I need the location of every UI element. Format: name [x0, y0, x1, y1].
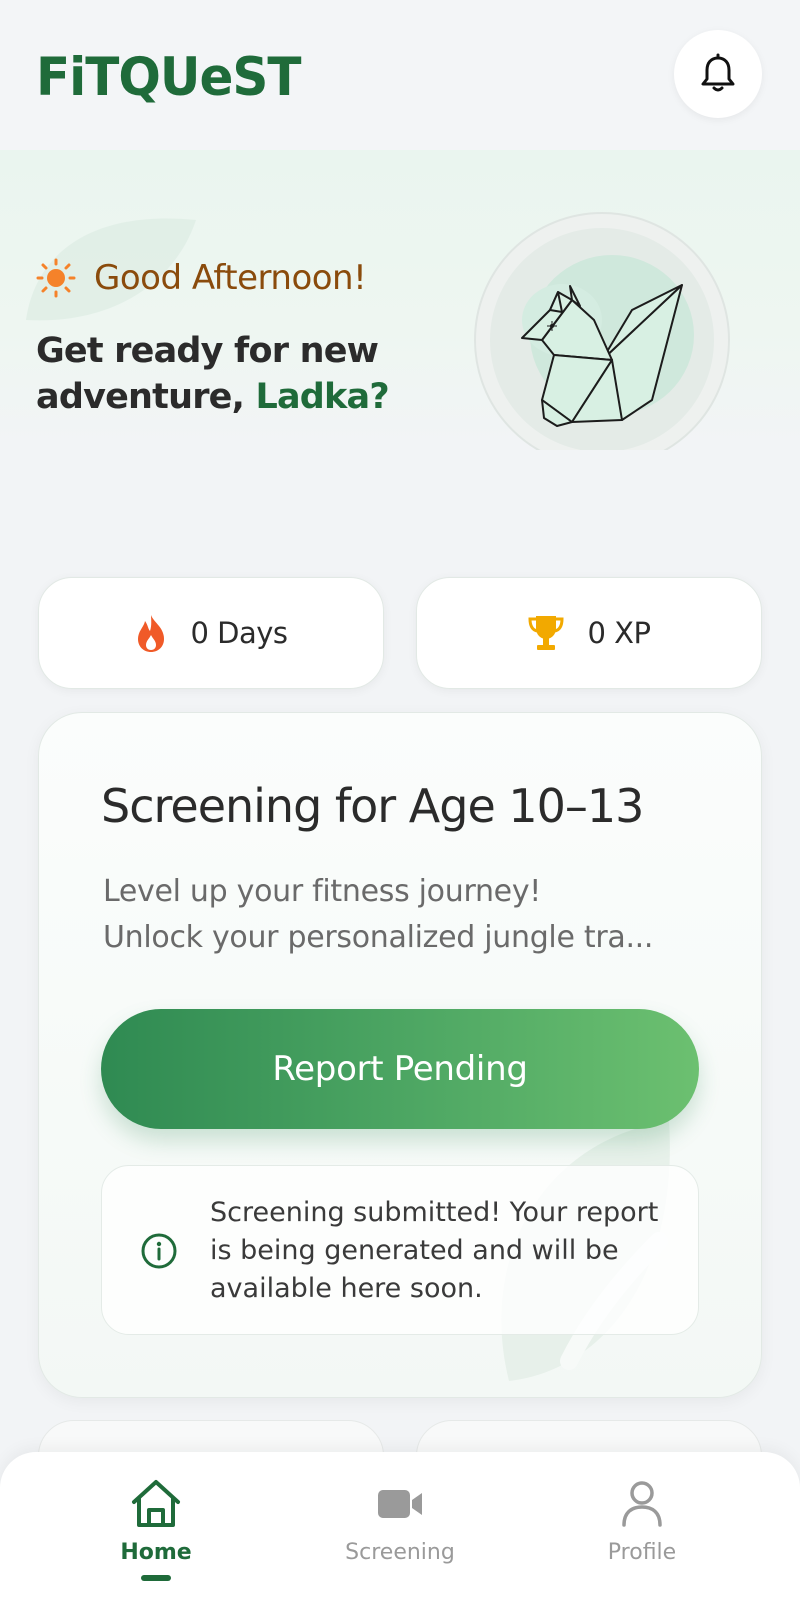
video-camera-icon	[378, 1490, 422, 1518]
flame-icon	[138, 615, 165, 652]
bottom-navigation: Home Screening Profile	[0, 1452, 800, 1602]
description-line-2: Unlock your personalized jungle tra...	[103, 920, 654, 955]
nav-screening-label: Screening	[345, 1540, 455, 1565]
hero-title: Get ready for new adventure, Ladka?	[36, 328, 456, 420]
trophy-icon	[528, 616, 564, 650]
submission-info-box: Screening submitted! Your report is bein…	[101, 1165, 699, 1335]
avatar	[474, 212, 730, 450]
active-tab-indicator	[141, 1575, 171, 1581]
xp-value: 0 XP	[587, 616, 651, 650]
nav-home[interactable]: Home	[66, 1478, 246, 1588]
greeting-row: Good Afternoon!	[36, 258, 367, 298]
greeting-hero: Good Afternoon! Get ready for new advent…	[0, 150, 800, 450]
home-icon	[132, 1480, 180, 1527]
bell-icon	[701, 53, 735, 92]
nav-profile-label: Profile	[607, 1540, 677, 1565]
screening-card-title: Screening for Age 10–13	[101, 779, 644, 833]
screening-card: Screening for Age 10–13 Level up your fi…	[38, 712, 762, 1398]
nav-profile[interactable]: Profile	[552, 1478, 732, 1588]
notifications-button[interactable]	[674, 30, 762, 118]
app-header: FiTQUeST	[0, 0, 800, 150]
submission-info-text: Screening submitted! Your report is bein…	[210, 1197, 659, 1304]
streak-days-stat[interactable]: 0 Days	[38, 577, 384, 689]
app-logo: FiTQUeST	[36, 46, 302, 108]
origami-squirrel-illustration	[521, 255, 694, 427]
info-icon	[141, 1233, 177, 1269]
home-screen: FiTQUeST Good Afternoon! Get ready for n…	[0, 0, 800, 1602]
user-icon	[622, 1481, 662, 1527]
streak-days-value: 0 Days	[190, 616, 288, 650]
nav-screening[interactable]: Screening	[310, 1478, 490, 1588]
hero-title-suffix: ?	[369, 377, 389, 417]
user-name: Ladka	[255, 377, 370, 417]
description-line-1: Level up your fitness journey!	[103, 874, 541, 909]
nav-home-label: Home	[120, 1540, 192, 1565]
screening-card-description: Level up your fitness journey! Unlock yo…	[103, 869, 703, 961]
xp-stat[interactable]: 0 XP	[416, 577, 762, 689]
greeting-text: Good Afternoon!	[94, 258, 367, 298]
sun-icon	[36, 258, 76, 298]
report-pending-button[interactable]: Report Pending	[101, 1009, 699, 1129]
